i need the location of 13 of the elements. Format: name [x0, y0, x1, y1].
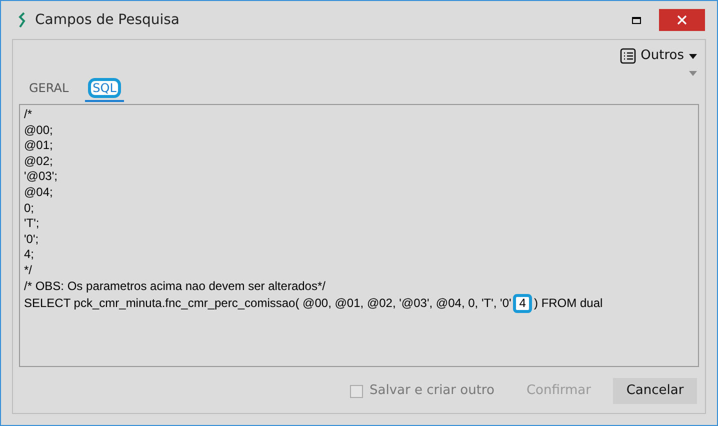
dropdown-arrow-icon — [689, 70, 697, 76]
list-icon — [620, 48, 636, 64]
sql-editor[interactable]: /* @00; @01; @02; '@03'; @04; 0; 'T'; '0'; 4; */ /* OBS: Os parametros acima nao devem ser alterados*/ SELECT pck_cmr_minuta.fnc_cmr_perc_comissao( @00, @01, @02, '@03', @04, 0, 'T', '0' 4 ) FROM dual — [19, 104, 699, 367]
options-menu-button[interactable]: Outros — [620, 46, 697, 66]
window-title: Campos de Pesquisa — [35, 10, 180, 30]
dialog-button[interactable]: Cancelar — [613, 378, 697, 404]
close-icon — [677, 15, 687, 25]
caret-icon — [689, 54, 697, 58]
app-logo-icon — [17, 12, 27, 28]
tab[interactable]: SQL — [84, 79, 124, 102]
highlight-marker: 4 — [513, 294, 532, 314]
tab[interactable]: GERAL — [23, 79, 75, 102]
close-button[interactable] — [659, 9, 705, 31]
